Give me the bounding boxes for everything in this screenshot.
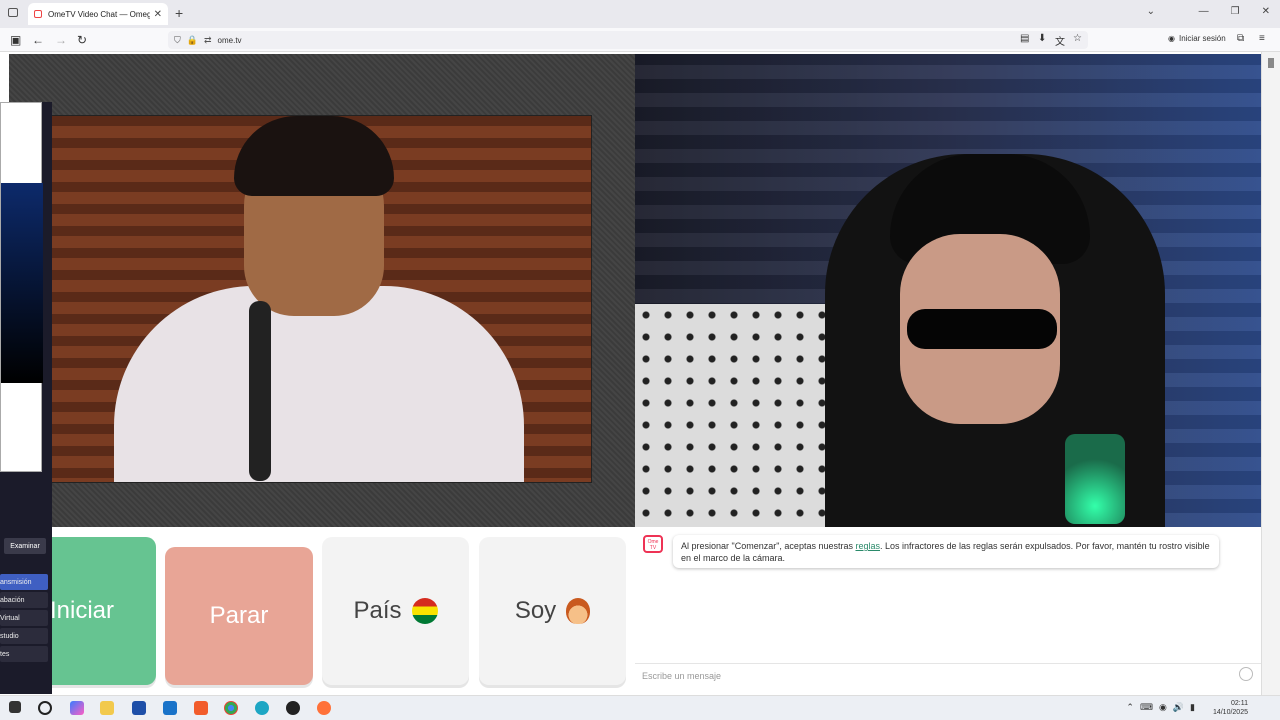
battery-icon[interactable]: ▮: [1190, 702, 1195, 713]
shield-icon[interactable]: ⛉: [174, 35, 181, 46]
tab-close-icon[interactable]: ✕: [154, 9, 162, 20]
signin-label: Iniciar sesión: [1178, 34, 1226, 43]
forward-icon[interactable]: →: [55, 33, 67, 47]
start-label: Iniciar: [49, 597, 115, 624]
search-icon[interactable]: [38, 701, 52, 715]
stop-button[interactable]: Parar: [165, 547, 313, 685]
firefox-icon[interactable]: [317, 701, 331, 715]
chat-panel: Ome TV Al presionar "Comenzar", aceptas …: [635, 527, 1261, 692]
tab-list-chevron-icon[interactable]: ⌄: [1147, 6, 1155, 17]
page-scrollbar[interactable]: [1261, 52, 1280, 695]
browser-tab[interactable]: OmeTV Video Chat — Omegle ✕: [28, 3, 168, 25]
system-tray: ⌃ ⌨ ◉ 🔊 ▮: [1126, 702, 1195, 713]
tab-overview-icon[interactable]: [8, 8, 18, 17]
lock-icon[interactable]: 🔒: [187, 35, 198, 46]
scrollbar-thumb[interactable]: [1268, 58, 1274, 68]
address-bar[interactable]: ⛉ 🔒 ⇄ ome.tv: [168, 31, 1088, 49]
country-label: País: [353, 597, 402, 624]
system-message: Al presionar "Comenzar", aceptas nuestra…: [673, 535, 1219, 568]
outlook-icon[interactable]: [163, 701, 177, 715]
tab-title: OmeTV Video Chat — Omegle: [48, 9, 150, 19]
self-camera-video: [635, 54, 1261, 527]
menu-item-settings[interactable]: tes: [0, 646, 48, 662]
minimize-button[interactable]: —: [1199, 6, 1209, 17]
new-tab-button[interactable]: +: [175, 5, 183, 21]
bookmark-star-icon[interactable]: ☆: [1073, 33, 1082, 44]
menu-item-studio[interactable]: studio: [0, 628, 48, 644]
ometv-logo-icon: Ome TV: [643, 535, 663, 553]
brave-icon[interactable]: [194, 701, 208, 715]
translate-icon[interactable]: 文: [1055, 33, 1065, 48]
chat-input[interactable]: Escribe un mensaje: [635, 663, 1261, 687]
country-selector[interactable]: País: [322, 537, 469, 685]
signin-button[interactable]: ◉ Iniciar sesión: [1168, 34, 1226, 43]
stranger-photo: [43, 115, 592, 483]
keyboard-icon[interactable]: ⌨: [1140, 702, 1153, 713]
clock[interactable]: 02:11 14/10/2025: [1213, 699, 1248, 717]
account-icon: ◉: [1168, 34, 1175, 43]
network-icon[interactable]: ◉: [1159, 702, 1167, 713]
navigation-bar: ▣ ← → ↻ ⛉ 🔒 ⇄ ome.tv ▤ ⬇ 文 ☆ ◉ Iniciar s…: [0, 28, 1280, 52]
maximize-button[interactable]: ❐: [1231, 6, 1240, 17]
menu-item-recording[interactable]: abación: [0, 592, 48, 608]
taskbar: ⌃ ⌨ ◉ 🔊 ▮ 02:11 14/10/2025: [0, 695, 1280, 720]
photo-microphone: [249, 301, 271, 481]
overlay-preview: [0, 102, 43, 472]
extensions-icon[interactable]: ⧉: [1237, 33, 1244, 44]
menu-icon[interactable]: ≡: [1259, 33, 1265, 44]
tab-bar: OmeTV Video Chat — Omegle ✕ + ⌄ — ❐ ✕: [0, 0, 1280, 28]
browse-button[interactable]: Examinar: [4, 538, 46, 554]
start-menu-icon[interactable]: [9, 701, 21, 713]
menu-item-streaming[interactable]: ansmisión: [0, 574, 48, 590]
message-text-start: Al presionar "Comenzar", aceptas nuestra…: [681, 541, 856, 551]
file-explorer-icon[interactable]: [100, 701, 114, 715]
reload-icon[interactable]: ↻: [77, 33, 87, 47]
url-text[interactable]: ome.tv: [218, 36, 242, 45]
gender-label: Soy: [514, 597, 557, 624]
save-page-icon[interactable]: ⬇: [1038, 33, 1046, 44]
photo-hair: [234, 116, 394, 196]
boy-emoji-icon: [566, 598, 591, 624]
chrome-icon[interactable]: [224, 701, 238, 715]
obs-icon[interactable]: [286, 701, 300, 715]
camera-permission-icon[interactable]: ⇄: [204, 35, 212, 46]
bolivia-flag-icon: [411, 598, 438, 624]
control-cards: Iniciar Parar País Soy: [0, 537, 635, 692]
edge-icon[interactable]: [255, 701, 269, 715]
volume-icon[interactable]: 🔊: [1173, 702, 1184, 713]
emoji-icon[interactable]: [1239, 667, 1253, 681]
back-icon[interactable]: ←: [32, 33, 44, 47]
clock-time: 02:11: [1231, 700, 1248, 707]
close-window-button[interactable]: ✕: [1262, 6, 1270, 17]
overlay-app-panel: Examinar ansmisión abación Virtual studi…: [0, 102, 52, 694]
menu-item-virtual-camera[interactable]: Virtual: [0, 610, 48, 626]
window-controls: ⌄ — ❐ ✕: [1147, 6, 1270, 17]
store-icon[interactable]: [132, 701, 146, 715]
clock-date: 14/10/2025: [1212, 709, 1248, 716]
camera-green-light: [1065, 434, 1125, 524]
sidebar-toggle-icon[interactable]: ▣: [10, 33, 21, 47]
ometv-favicon-icon: [34, 10, 42, 18]
reader-mode-icon[interactable]: ▤: [1020, 33, 1029, 44]
rules-link[interactable]: reglas: [855, 541, 880, 551]
copilot-icon[interactable]: [70, 701, 84, 715]
tray-overflow-icon[interactable]: ⌃: [1126, 702, 1134, 713]
gender-selector[interactable]: Soy: [479, 537, 626, 685]
overlay-preview-video: [1, 183, 43, 383]
camera-sunglasses: [907, 309, 1057, 349]
stop-label: Parar: [209, 602, 269, 629]
page-content: Iniciar Parar País Soy Ome TV Al presion…: [0, 52, 1280, 695]
